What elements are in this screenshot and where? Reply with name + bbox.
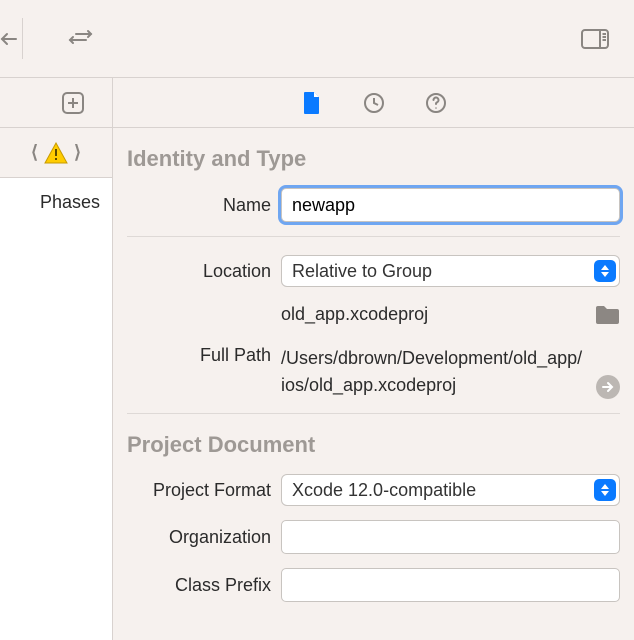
location-label: Location — [127, 261, 271, 282]
left-navigator: ⟨ ⟩ Phases — [0, 78, 113, 640]
help-inspector-tab[interactable] — [424, 91, 448, 115]
inspector-tabbar — [113, 78, 634, 128]
divider — [127, 413, 620, 414]
stepper-icon — [594, 260, 616, 282]
add-file-button[interactable] — [56, 86, 90, 120]
stepper-icon — [594, 479, 616, 501]
chevron-left-icon[interactable]: ⟨ — [31, 142, 38, 163]
file-inspector-tab[interactable] — [300, 91, 324, 115]
fullpath-label: Full Path — [127, 345, 271, 366]
location-path-text: old_app.xcodeproj — [281, 301, 590, 328]
section-identity-title: Identity and Type — [127, 146, 620, 172]
folder-icon[interactable] — [594, 305, 620, 325]
window-toolbar — [0, 0, 634, 78]
project-format-select[interactable]: Xcode 12.0-compatible — [281, 474, 620, 506]
chevron-right-icon[interactable]: ⟩ — [74, 142, 81, 163]
fullpath-text: /Users/dbrown/Development/old_app/ios/ol… — [281, 345, 586, 399]
history-inspector-tab[interactable] — [362, 91, 386, 115]
class-prefix-input[interactable] — [281, 568, 620, 602]
panel-toggle-button[interactable] — [578, 22, 612, 56]
organization-label: Organization — [127, 527, 271, 548]
name-input[interactable] — [281, 188, 620, 222]
toggle-editor-button[interactable] — [66, 22, 100, 56]
tab-build-phases[interactable]: Phases — [0, 192, 100, 213]
location-select-value: Relative to Group — [292, 261, 432, 282]
inspector-panel: Identity and Type Name Location Relative… — [113, 128, 634, 640]
reveal-arrow-button[interactable] — [596, 375, 620, 399]
editor-tabs-area: Phases — [0, 178, 112, 640]
project-format-label: Project Format — [127, 480, 271, 501]
location-select[interactable]: Relative to Group — [281, 255, 620, 287]
toolbar-divider — [22, 18, 23, 59]
divider — [127, 236, 620, 237]
project-format-value: Xcode 12.0-compatible — [292, 480, 476, 501]
class-prefix-label: Class Prefix — [127, 575, 271, 596]
name-label: Name — [127, 195, 271, 216]
section-project-doc-title: Project Document — [127, 432, 620, 458]
warning-icon — [44, 142, 68, 164]
organization-input[interactable] — [281, 520, 620, 554]
nav-breadcrumb-bar: ⟨ ⟩ — [0, 128, 112, 178]
